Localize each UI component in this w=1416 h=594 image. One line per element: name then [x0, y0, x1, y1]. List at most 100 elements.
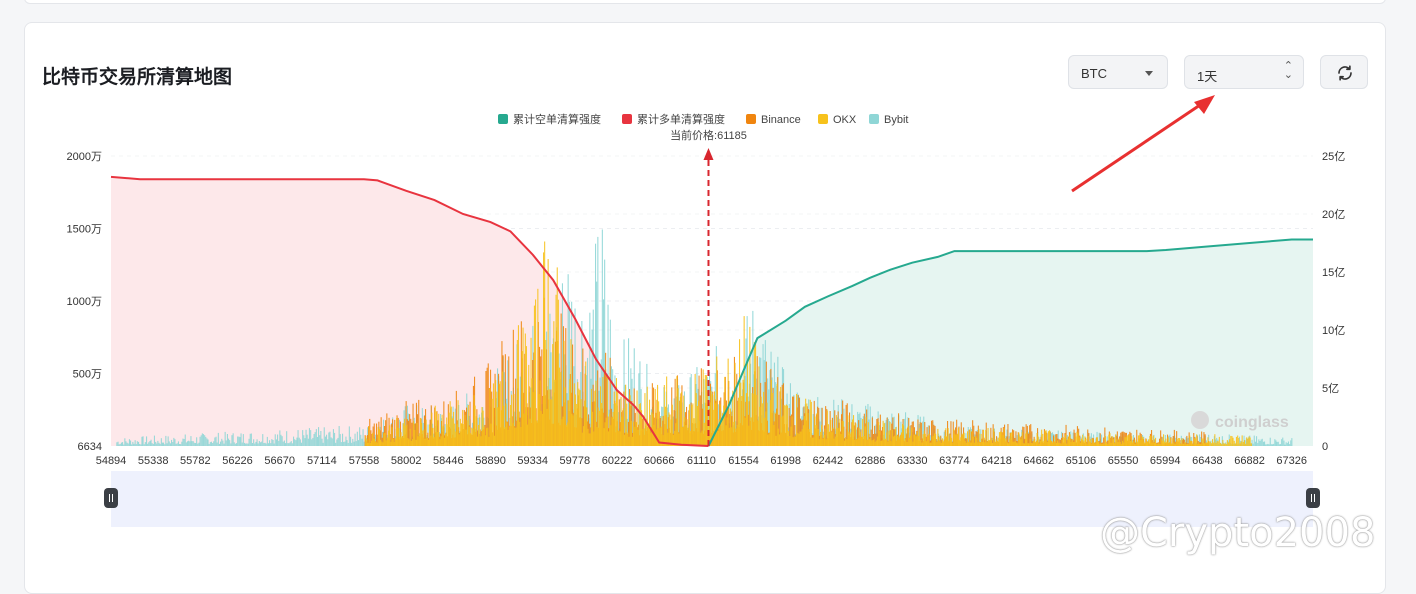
histogram-bar — [1173, 442, 1175, 446]
histogram-bar — [157, 440, 159, 446]
histogram-bar — [1197, 444, 1199, 446]
histogram-bar — [1220, 442, 1222, 446]
histogram-bar — [597, 407, 599, 446]
histogram-bar — [1071, 439, 1073, 446]
histogram-bar — [570, 339, 572, 446]
histogram-bar — [772, 393, 774, 446]
histogram-bar — [337, 437, 339, 446]
histogram-bar — [883, 423, 885, 446]
histogram-bar — [980, 433, 982, 446]
histogram-bar — [973, 442, 975, 446]
histogram-bar — [1114, 443, 1116, 446]
histogram-bar — [357, 440, 359, 446]
histogram-bar — [949, 434, 951, 446]
histogram-bar — [617, 391, 619, 446]
histogram-bar — [906, 442, 908, 446]
histogram-bar — [986, 442, 988, 446]
histogram-bar — [540, 411, 542, 446]
x-tick-label: 54894 — [96, 455, 127, 467]
histogram-bar — [144, 442, 146, 446]
histogram-bar — [192, 441, 194, 446]
histogram-bar — [394, 438, 396, 446]
histogram-bar — [1123, 442, 1125, 446]
histogram-bar — [768, 433, 770, 446]
histogram-bar — [954, 433, 956, 446]
histogram-bar — [1052, 442, 1054, 446]
histogram-bar — [765, 411, 767, 446]
histogram-bar — [512, 423, 514, 446]
histogram-bar — [1287, 441, 1289, 446]
histogram-bar — [247, 443, 249, 446]
histogram-bar — [285, 443, 287, 446]
histogram-bar — [1111, 436, 1113, 446]
histogram-bar — [174, 439, 176, 446]
histogram-bar — [1235, 436, 1237, 446]
histogram-bar — [1055, 442, 1057, 446]
histogram-bar — [948, 440, 950, 446]
zoom-slider-handle — [104, 488, 118, 508]
histogram-bar — [1045, 430, 1047, 446]
histogram-bar — [1257, 442, 1259, 446]
histogram-bar — [437, 432, 439, 446]
histogram-bar — [313, 434, 315, 446]
histogram-bar — [1192, 444, 1194, 446]
histogram-bar — [832, 427, 834, 446]
histogram-bar — [287, 443, 289, 446]
histogram-bar — [1096, 437, 1098, 446]
histogram-bar — [1073, 441, 1075, 446]
histogram-bar — [737, 397, 739, 446]
histogram-bar — [1194, 438, 1196, 446]
histogram-bar — [414, 430, 416, 446]
histogram-bar — [1260, 439, 1262, 446]
histogram-bar — [822, 438, 824, 446]
histogram-bar — [429, 424, 431, 446]
histogram-bar — [308, 428, 310, 446]
histogram-bar — [574, 394, 576, 446]
zoom-slider-handle — [1306, 488, 1320, 508]
histogram-bar — [810, 401, 812, 446]
histogram-bar — [1224, 443, 1226, 446]
histogram-bar — [1231, 436, 1233, 446]
histogram-bar — [1060, 443, 1062, 446]
histogram-bar — [1252, 443, 1254, 446]
histogram-bar — [889, 422, 891, 446]
histogram-bar — [1091, 443, 1093, 446]
histogram-bar — [1122, 440, 1124, 446]
histogram-bar — [212, 443, 214, 446]
histogram-bar — [690, 430, 692, 446]
histogram-bar — [404, 418, 406, 446]
histogram-bar — [1106, 442, 1108, 446]
histogram-bar — [1149, 436, 1151, 446]
histogram-bar — [117, 441, 119, 446]
histogram-bar — [1041, 429, 1043, 446]
histogram-bar — [751, 393, 753, 446]
histogram-bar — [600, 386, 602, 446]
histogram-bar — [564, 387, 566, 446]
histogram-bar — [870, 437, 872, 446]
histogram-bar — [272, 440, 274, 446]
histogram-bar — [253, 439, 255, 446]
histogram-bar — [390, 441, 392, 446]
histogram-bar — [628, 436, 630, 446]
histogram-bar — [1022, 443, 1024, 446]
histogram-bar — [895, 427, 897, 446]
histogram-bar — [345, 436, 347, 446]
histogram-bar — [125, 441, 127, 446]
x-tick-label: 56226 — [222, 455, 253, 467]
histogram-bar — [807, 413, 809, 446]
histogram-bar — [1094, 443, 1096, 446]
histogram-bar — [1014, 441, 1016, 446]
histogram-bar — [995, 439, 997, 446]
x-tick-label: 62442 — [813, 455, 844, 467]
histogram-bar — [621, 416, 623, 446]
histogram-bar — [908, 438, 910, 446]
histogram-bar — [848, 431, 850, 446]
histogram-bar — [557, 299, 559, 446]
histogram-bar — [510, 405, 512, 446]
histogram-bar — [1082, 434, 1084, 446]
histogram-bar — [871, 440, 873, 446]
histogram-bar — [372, 432, 374, 446]
histogram-bar — [257, 443, 259, 446]
histogram-bar — [945, 428, 947, 446]
histogram-bar — [1083, 440, 1085, 446]
